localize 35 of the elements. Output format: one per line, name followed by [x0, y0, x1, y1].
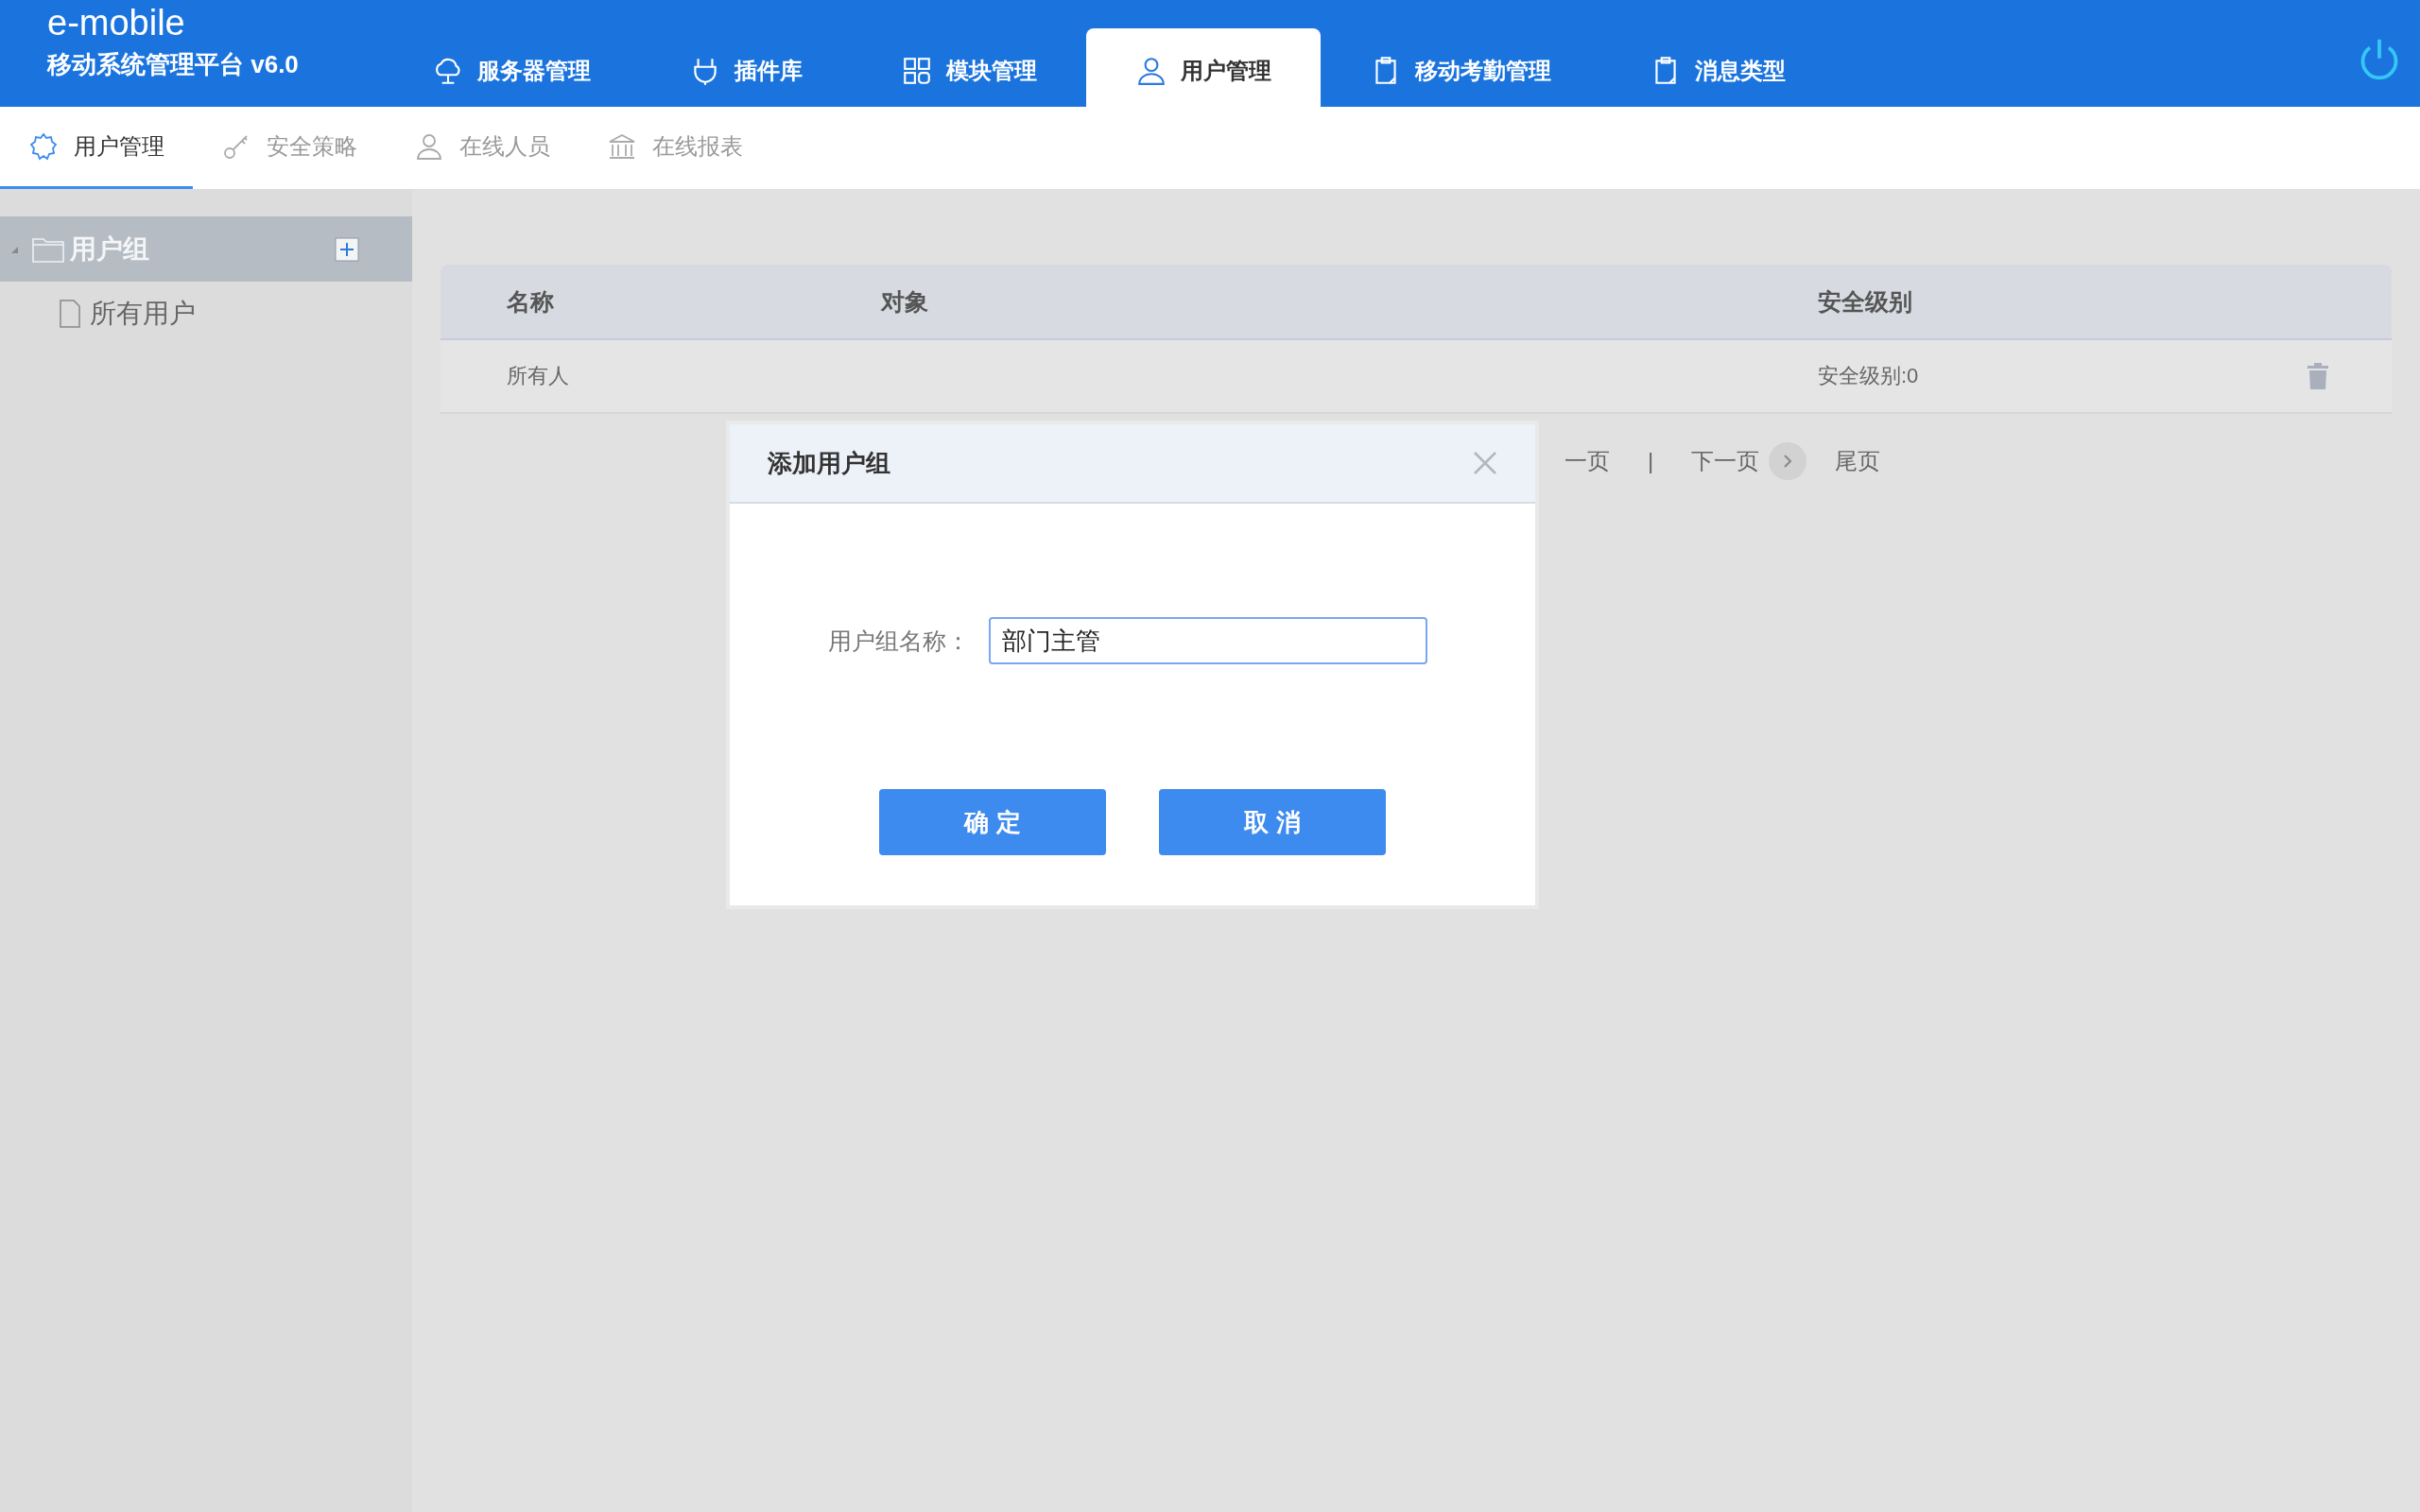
folder-icon: [32, 235, 64, 263]
dialog-button[interactable]: 取 消: [1159, 789, 1386, 855]
close-icon[interactable]: [1473, 451, 1497, 475]
table-cell-text: 所有人: [507, 363, 570, 389]
bank-icon: [607, 131, 637, 162]
column-header: 对象: [881, 286, 929, 317]
tree-item[interactable]: 所有用户: [0, 282, 412, 346]
add-icon[interactable]: [335, 236, 359, 262]
user-icon: [414, 131, 444, 162]
app-subtitle: 移动系统管理平台 v6.0: [47, 49, 299, 80]
dialog-title: 添加用户组: [768, 447, 890, 479]
field-label: 用户组名称：: [828, 626, 970, 656]
table-cell-text: 安全级别:0: [1818, 363, 1920, 389]
dialog-button[interactable]: 确 定: [879, 789, 1106, 855]
file-icon: [60, 300, 80, 328]
nav-tab[interactable]: 用户管理: [1086, 28, 1321, 107]
nav-tab[interactable]: 消息类型: [1600, 28, 1835, 107]
nav-tab[interactable]: 移动考勤管理: [1321, 28, 1600, 107]
nav-tab[interactable]: 服务器管理: [383, 28, 640, 107]
last-page-link[interactable]: 尾页: [1835, 446, 1881, 476]
column-header: 安全级别: [1818, 286, 1913, 317]
app-name: e-mobile: [47, 2, 185, 44]
next-icon[interactable]: [1769, 442, 1807, 480]
sub-tab[interactable]: 在线人员: [386, 107, 579, 189]
sub-tab[interactable]: 安全策略: [193, 107, 386, 189]
sub-tab[interactable]: 在线报表: [579, 107, 771, 189]
next-page-link[interactable]: 下一页: [1691, 446, 1760, 476]
separator: |: [1648, 448, 1654, 474]
column-header: 名称: [507, 286, 555, 317]
gear-icon: [28, 131, 59, 162]
trash-icon[interactable]: [2307, 363, 2329, 389]
input-field[interactable]: 部门主管: [989, 617, 1427, 664]
nav-tab[interactable]: 插件库: [640, 28, 852, 107]
nav-tab[interactable]: 模块管理: [852, 28, 1086, 107]
prev-page-link[interactable]: 一页: [1564, 446, 1610, 476]
